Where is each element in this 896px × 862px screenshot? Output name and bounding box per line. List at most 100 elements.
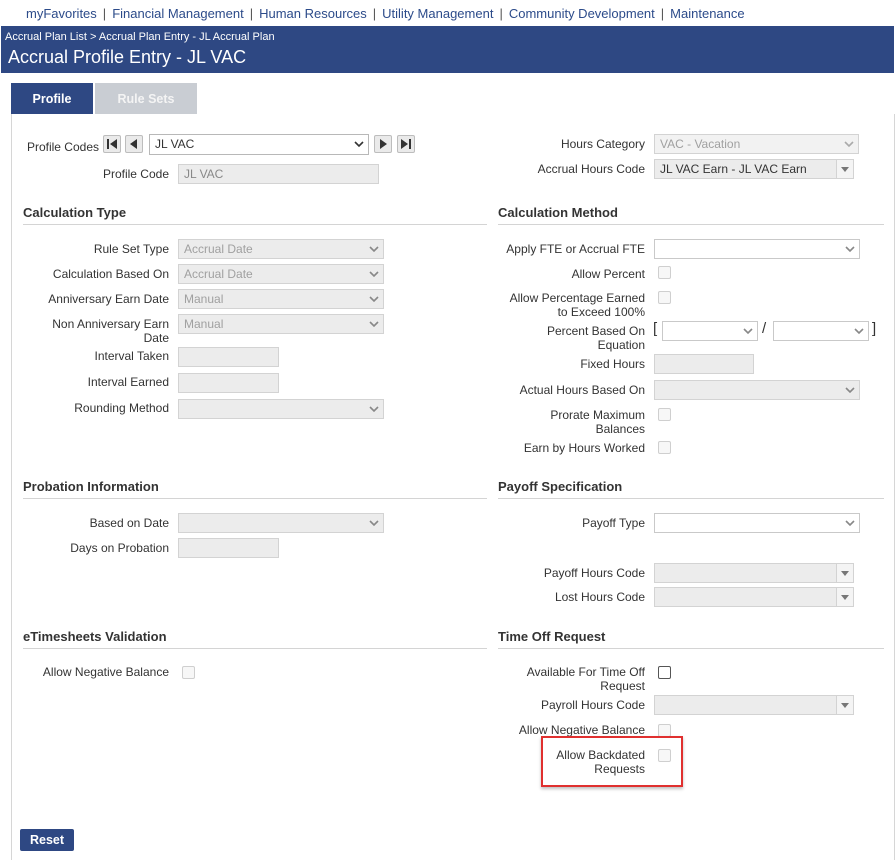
nav-myfavorites[interactable]: myFavorites [26,6,97,21]
label-line: Percent Based On [546,324,645,338]
non-anniversary-earn-date-select[interactable]: Manual [178,314,384,334]
earn-by-hours-worked-checkbox[interactable] [658,441,671,454]
payroll-hours-code-label: Payroll Hours Code [540,698,645,712]
breadcrumb-accrual-plan-entry[interactable]: Accrual Plan Entry - JL Accrual Plan [99,31,275,43]
last-icon [401,139,411,149]
equation-slash: / [762,320,767,337]
interval-taken-input[interactable] [178,347,279,367]
payoff-type-select[interactable] [654,513,860,533]
label-line: Allow Percentage Earned [509,291,645,305]
anniversary-earn-date-select[interactable]: Manual [178,289,384,309]
nav-maintenance[interactable]: Maintenance [670,6,744,21]
earn-by-hours-worked-label: Earn by Hours Worked [523,441,645,455]
rounding-method-label: Rounding Method [74,401,169,415]
last-record-button[interactable] [397,135,415,153]
fixed-hours-label: Fixed Hours [580,357,645,371]
label-line: Non Anniversary Earn [52,317,169,331]
non-anniversary-earn-date-label: Non Anniversary Earn Date [12,317,169,345]
profile-code-label: Profile Code [102,167,169,181]
payoff-hours-code-combo[interactable] [654,563,854,583]
non-anniversary-earn-date-value: Manual [184,317,224,331]
days-on-probation-input[interactable] [178,538,279,558]
top-nav: myFavorites | Financial Management | Hum… [0,0,896,26]
section-divider [498,224,884,225]
nav-utility-management[interactable]: Utility Management [382,6,493,21]
payoff-type-label: Payoff Type [582,516,645,530]
nav-separator: | [372,5,377,21]
actual-hours-based-on-label: Actual Hours Based On [519,383,645,397]
accrual-hours-code-combo[interactable]: JL VAC Earn - JL VAC Earn [654,159,854,179]
combo-dropdown-button[interactable] [836,160,853,178]
payoff-hours-code-label: Payoff Hours Code [543,566,645,580]
nav-community-development[interactable]: Community Development [509,6,655,21]
allow-percent-checkbox[interactable] [658,266,671,279]
calculation-type-heading: Calculation Type [23,205,127,220]
combo-dropdown-button[interactable] [836,588,853,606]
anniversary-earn-date-value: Manual [184,292,224,306]
chevron-down-icon [354,141,364,148]
chevron-down-icon [845,520,855,527]
nav-separator: | [249,5,254,21]
chevron-down-icon [845,246,855,253]
nav-separator: | [499,5,503,21]
next-record-button[interactable] [374,135,392,153]
rule-set-type-select[interactable]: Accrual Date [178,239,384,259]
breadcrumb-accrual-plan-list[interactable]: Accrual Plan List [5,31,87,43]
interval-earned-input[interactable] [178,373,279,393]
lost-hours-code-combo[interactable] [654,587,854,607]
apply-fte-select[interactable] [654,239,860,259]
section-divider [498,648,884,649]
lost-hours-code-label: Lost Hours Code [554,590,645,604]
based-on-date-label: Based on Date [89,516,169,530]
percent-based-on-label: Percent Based On Equation [452,324,645,352]
actual-hours-based-on-select[interactable] [654,380,860,400]
breadcrumb-separator: > [90,31,97,43]
section-divider [23,648,487,649]
based-on-date-select[interactable] [178,513,384,533]
combo-dropdown-button[interactable] [836,696,853,714]
tab-profile[interactable]: Profile [11,83,93,114]
fixed-hours-input[interactable] [654,354,754,374]
etimesheets-heading: eTimesheets Validation [23,629,167,644]
payoff-heading: Payoff Specification [498,479,623,494]
hours-category-select[interactable]: VAC - Vacation [654,134,859,154]
section-divider [23,498,487,499]
previous-record-button[interactable] [125,135,143,153]
chevron-down-icon [844,141,854,148]
time-off-heading: Time Off Request [498,629,606,644]
caret-down-icon [841,167,849,172]
prorate-maximum-label: Prorate Maximum Balances [452,408,645,436]
apply-fte-label: Apply FTE or Accrual FTE [506,242,645,256]
nav-financial-management[interactable]: Financial Management [112,6,244,21]
calculation-based-on-select[interactable]: Accrual Date [178,264,384,284]
previous-icon [130,139,137,149]
percent-based-on-left-select[interactable] [662,321,758,341]
label-line: to Exceed 100% [557,305,645,319]
chevron-down-icon [369,296,379,303]
first-record-button[interactable] [103,135,121,153]
interval-earned-label: Interval Earned [87,375,169,389]
next-icon [380,139,387,149]
chevron-down-icon [369,321,379,328]
anniversary-earn-date-label: Anniversary Earn Date [48,292,169,306]
profile-codes-select[interactable]: JL VAC [149,134,369,155]
profile-code-field: JL VAC [178,164,379,184]
label-line: Available For Time Off [526,665,645,679]
nav-separator: | [660,5,665,21]
prorate-maximum-checkbox[interactable] [658,408,671,421]
etimesheets-allow-negative-checkbox[interactable] [182,666,195,679]
reset-button[interactable]: Reset [20,829,74,851]
tab-rule-sets[interactable]: Rule Sets [95,83,197,114]
accrual-hours-code-label: Accrual Hours Code [537,162,645,176]
nav-human-resources[interactable]: Human Resources [259,6,367,21]
percent-based-on-right-select[interactable] [773,321,869,341]
caret-down-icon [841,571,849,576]
allow-percentage-exceed-checkbox[interactable] [658,291,671,304]
rounding-method-select[interactable] [178,399,384,419]
payroll-hours-code-combo[interactable] [654,695,854,715]
label-line: Date [143,331,169,345]
combo-dropdown-button[interactable] [836,564,853,582]
page-title: Accrual Profile Entry - JL VAC [8,47,247,67]
available-for-time-off-checkbox[interactable] [658,666,671,679]
hours-category-value: VAC - Vacation [660,137,741,151]
